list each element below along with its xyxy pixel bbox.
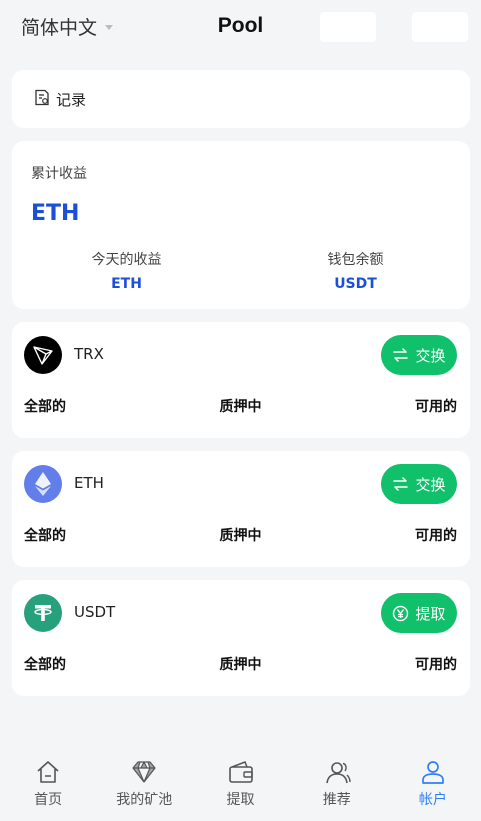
coin-card-usdt: USDT 提取 全部的 质押中 可用的 xyxy=(12,580,470,696)
user-icon xyxy=(422,761,444,784)
tab-label: 帐户 xyxy=(418,792,447,808)
stat-total: 全部的 xyxy=(24,528,66,544)
today-earnings: 今天的收益 ETH xyxy=(12,249,241,292)
tab-account[interactable]: 帐户 xyxy=(385,755,481,821)
header-button-right[interactable] xyxy=(412,12,468,42)
today-label: 今天的收益 xyxy=(91,252,162,268)
tab-referral[interactable]: 推荐 xyxy=(289,755,385,821)
coin-name: TRX xyxy=(74,345,104,363)
stat-staking: 质押中 xyxy=(219,399,262,415)
record-card[interactable]: 记录 xyxy=(12,70,470,128)
tab-withdraw[interactable]: 提取 xyxy=(192,755,288,821)
coin-stats: 全部的 质押中 可用的 xyxy=(24,396,457,416)
wallet-label: 钱包余额 xyxy=(327,252,384,268)
tab-label: 我的矿池 xyxy=(116,792,173,808)
wallet-icon xyxy=(228,761,253,783)
stat-available: 可用的 xyxy=(415,657,457,673)
coin-card-eth: ETH 交换 全部的 质押中 可用的 xyxy=(12,451,470,567)
coin-card-trx: TRX 交换 全部的 质押中 可用的 xyxy=(12,322,470,438)
wallet-balance: 钱包余额 USDT xyxy=(241,249,470,292)
stat-staking: 质押中 xyxy=(219,528,262,544)
stat-available: 可用的 xyxy=(415,399,457,415)
exchange-label: 交换 xyxy=(415,475,446,494)
home-icon xyxy=(37,761,59,783)
users-icon xyxy=(325,762,351,784)
today-value: ETH xyxy=(111,276,142,292)
withdraw-button[interactable]: 提取 xyxy=(381,593,457,633)
record-label: 记录 xyxy=(56,90,87,109)
header-button-left[interactable] xyxy=(320,12,376,42)
exchange-icon xyxy=(393,348,409,362)
tab-label: 首页 xyxy=(34,792,63,808)
page-title: Pool xyxy=(217,14,264,37)
withdraw-label: 提取 xyxy=(415,604,446,623)
earnings-card: 累计收益 ETH 今天的收益 ETH 钱包余额 USDT xyxy=(12,141,470,309)
coin-name: USDT xyxy=(74,603,116,621)
cumulative-label: 累计收益 xyxy=(31,166,87,182)
exchange-label: 交换 xyxy=(415,346,446,365)
tab-my-pool[interactable]: 我的矿池 xyxy=(96,755,192,821)
wallet-value: USDT xyxy=(334,276,377,292)
eth-icon xyxy=(24,465,62,503)
stat-available: 可用的 xyxy=(415,528,457,544)
header: 简体中文 Pool xyxy=(0,0,481,56)
exchange-button[interactable]: 交换 xyxy=(381,335,457,375)
yen-icon xyxy=(393,605,409,621)
stat-staking: 质押中 xyxy=(219,657,262,673)
coin-stats: 全部的 质押中 可用的 xyxy=(24,525,457,545)
tab-home[interactable]: 首页 xyxy=(0,755,96,821)
coin-name: ETH xyxy=(74,474,104,492)
coin-stats: 全部的 质押中 可用的 xyxy=(24,654,457,674)
cumulative-value: ETH xyxy=(31,201,80,226)
stat-total: 全部的 xyxy=(24,399,66,415)
bottom-tab-bar: 首页 我的矿池 提取 推荐 帐户 xyxy=(0,755,481,821)
record-icon xyxy=(34,89,50,110)
trx-icon xyxy=(24,336,62,374)
diamond-icon xyxy=(132,761,156,783)
usdt-icon xyxy=(24,594,62,632)
tab-label: 提取 xyxy=(226,792,255,808)
tab-label: 推荐 xyxy=(322,792,351,808)
exchange-icon xyxy=(393,477,409,491)
exchange-button[interactable]: 交换 xyxy=(381,464,457,504)
stat-total: 全部的 xyxy=(24,657,66,673)
